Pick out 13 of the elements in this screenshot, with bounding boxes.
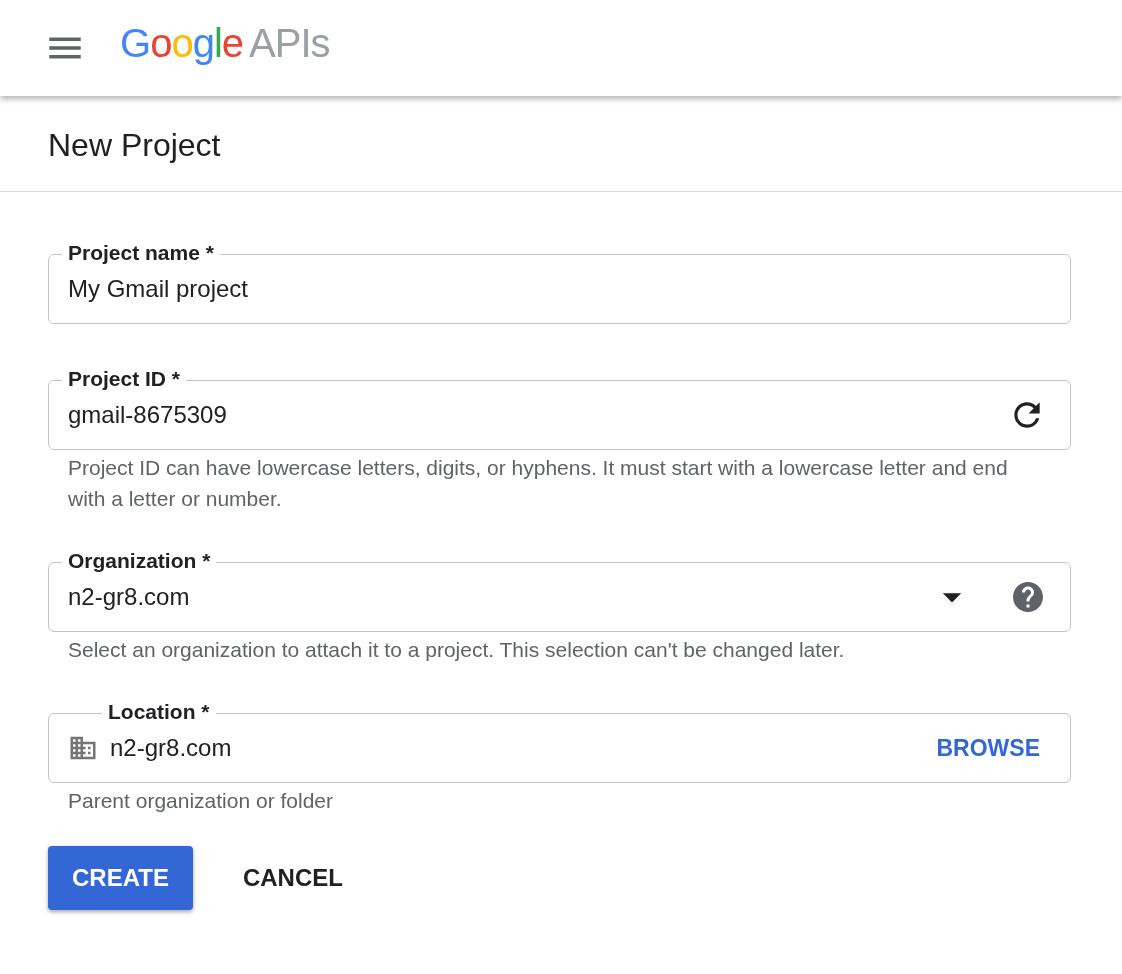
helper-text: Parent organization or folder (67, 788, 334, 814)
help-icon[interactable] (1010, 579, 1046, 615)
field-value[interactable]: n2-gr8.com (68, 579, 918, 615)
helper-text: Select an organization to attach it to a project. This selection can't be changed later. (67, 637, 846, 663)
cancel-button[interactable]: CANCEL (218, 846, 367, 910)
helper-text: Project ID can have lowercase letters, digits, or hyphens. It must start with a lowercase letter and end with a letter or number. (67, 455, 1009, 512)
page-title: New Project (48, 125, 221, 165)
field-value[interactable]: n2-gr8.com (110, 730, 925, 766)
browse-button[interactable]: BROWSE (936, 730, 1040, 766)
field-value[interactable]: My Gmail project (68, 271, 1046, 307)
create-button[interactable]: CREATE (48, 846, 193, 910)
logo[interactable]: GoogleAPIs (120, 23, 330, 63)
field-value[interactable]: gmail-8675309 (68, 397, 996, 433)
